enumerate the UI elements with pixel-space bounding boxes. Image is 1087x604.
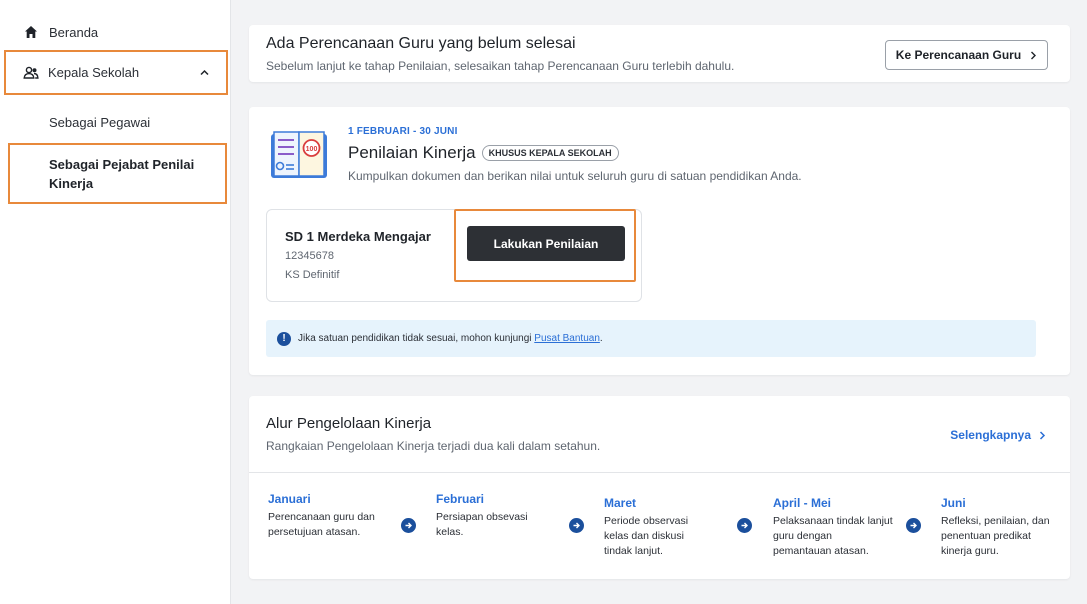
info-text-end: . [599,333,603,344]
alur-subtitle: Rangkaian Pengelolaan Kinerja terjadi du… [266,439,601,453]
school-name: SD 1 Merdeka Mengajar [285,229,431,244]
info-text: Jika satuan pendidikan tidak sesuai, moh… [298,333,532,344]
button-label: Ke Perencanaan Guru [895,48,1022,62]
step-month: Juni [941,496,966,510]
school-npsn: 12345678 [285,250,334,262]
pusat-bantuan-link[interactable]: Pusat Bantuan [534,333,600,344]
perencanaan-warning-card: Ada Perencanaan Guru yang belum selesai … [249,25,1070,82]
step-description: Pelaksanaan tindak lanjut guru dengan pe… [773,515,893,557]
timeline-step: Februari Persiapan obsevasi kelas. [436,492,548,540]
arrow-right-circle-icon [569,518,584,533]
step-month: Maret [604,496,637,510]
svg-text:100: 100 [306,146,318,153]
chevron-right-icon [1031,51,1037,59]
banner-subtitle: Sebelum lanjut ke tahap Penilaian, seles… [266,59,735,73]
step-description: Perencanaan guru dan persetujuan atasan. [268,511,375,538]
penilaian-subtitle: Kumpulkan dokumen dan berikan nilai untu… [348,169,802,183]
timeline-step: Maret Periode observasi kelas dan diskus… [604,496,716,559]
divider [249,472,1070,473]
timeline-step: April - Mei Pelaksanaan tindak lanjut gu… [773,496,893,559]
chevron-up-icon[interactable] [199,67,210,78]
period-date: 1 FEBRUARI - 30 JUNI [348,126,458,137]
button-highlight-frame: Lakukan Penilaian [454,209,636,282]
step-month: April - Mei [773,496,832,510]
info-icon: ! [277,331,291,346]
sidebar-item-label: Sebagai Pejabat Penilai Kinerja [49,156,195,191]
step-description: Persiapan obsevasi kelas. [436,511,528,538]
sidebar-item-sebagai-pejabat-penilai[interactable]: Sebagai Pejabat Penilai Kinerja [8,143,227,204]
school-role: KS Definitif [285,269,340,281]
sidebar-item-kepala-sekolah[interactable]: Kepala Sekolah [4,50,228,95]
lakukan-penilaian-button[interactable]: Lakukan Penilaian [467,226,625,261]
timeline-step: Juni Refleksi, penilaian, dan penentuan … [941,496,1059,559]
sidebar-item-beranda[interactable]: Beranda [24,22,98,42]
ke-perencanaan-guru-button[interactable]: Ke Perencanaan Guru [885,40,1048,70]
step-description: Periode observasi kelas dan diskusi tind… [604,515,689,557]
chevron-right-icon [1039,430,1046,440]
penilaian-kinerja-card: 100 1 FEBRUARI - 30 JUNI Penilaian Kiner… [249,107,1070,375]
selengkapnya-link[interactable]: Selengkapnya [950,428,1046,442]
school-card: SD 1 Merdeka Mengajar 12345678 KS Defini… [266,209,642,302]
alur-title: Alur Pengelolaan Kinerja [266,415,432,432]
people-icon [23,66,39,79]
penilaian-title-row: Penilaian Kinerja KHUSUS KEPALA SEKOLAH [348,143,619,163]
book-score-icon: 100 [271,131,327,178]
link-label: Selengkapnya [950,428,1031,442]
alur-pengelolaan-card: Alur Pengelolaan Kinerja Rangkaian Penge… [249,396,1070,579]
arrow-right-circle-icon [401,518,416,533]
step-month: Februari [436,492,485,506]
banner-title: Ada Perencanaan Guru yang belum selesai [266,35,576,52]
khusus-kepala-sekolah-badge: KHUSUS KEPALA SEKOLAH [481,145,619,161]
step-month: Januari [268,492,311,506]
sidebar-item-label: Sebagai Pegawai [49,114,151,130]
step-description: Refleksi, penilaian, dan penentuan predi… [941,515,1050,557]
page-title: Penilaian Kinerja [348,143,476,162]
home-icon [25,26,37,38]
sidebar: Beranda Kepala Sekolah Sebagai Pegawai S… [0,0,231,604]
timeline-step: Januari Perencanaan guru dan persetujuan… [268,492,380,540]
sidebar-item-sebagai-pegawai[interactable]: Sebagai Pegawai [49,112,150,132]
sidebar-item-label: Kepala Sekolah [48,65,140,80]
arrow-right-circle-icon [906,518,921,533]
sidebar-item-label: Beranda [49,24,99,40]
info-banner: ! Jika satuan pendidikan tidak sesuai, m… [266,320,1036,357]
arrow-right-circle-icon [737,518,752,533]
